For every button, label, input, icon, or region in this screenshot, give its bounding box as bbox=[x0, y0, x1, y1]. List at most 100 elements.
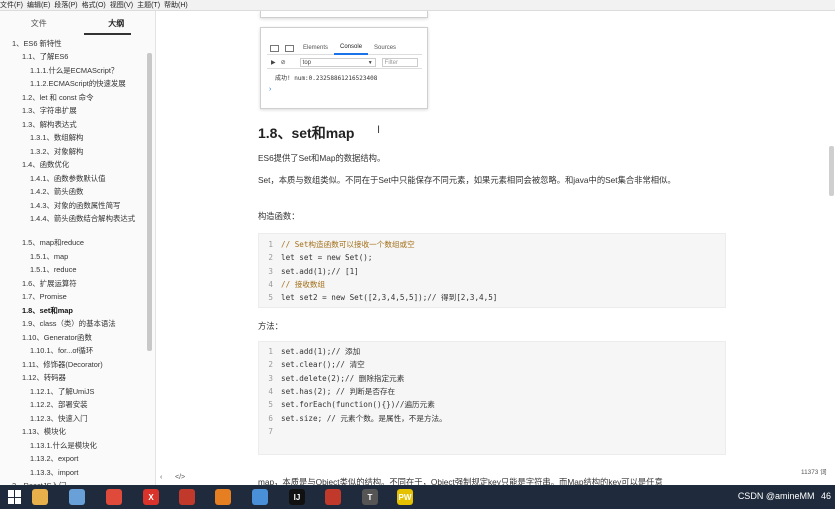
code-line: 4 // 接收数组 bbox=[259, 278, 325, 291]
outline-item[interactable]: 1.5.1、map bbox=[30, 252, 68, 262]
line-number: 6 bbox=[268, 413, 273, 423]
code-text: set.clear();// 清空 bbox=[281, 360, 365, 370]
outline-item[interactable]: 1.4.4、箭头函数结合解构表达式 bbox=[30, 214, 148, 224]
outline-item[interactable]: 1.13、模块化 bbox=[22, 427, 66, 437]
outline-item[interactable]: 1.1.2.ECMAScript的快速发展 bbox=[30, 79, 126, 89]
taskbar-paint[interactable] bbox=[62, 487, 92, 507]
outline-item[interactable]: 1.1.1.什么是ECMAScript？ bbox=[30, 66, 118, 76]
outline-item[interactable]: 1.6、扩展运算符 bbox=[22, 279, 77, 289]
outline-item[interactable]: 1.13.2、export bbox=[30, 454, 78, 464]
paint-icon bbox=[69, 489, 85, 505]
console-output: 成功! num:0.23258861216523408 bbox=[275, 75, 378, 82]
app-window: 文件(F) 编辑(E) 段落(P) 格式(O) 视图(V) 主题(T) 帮助(H… bbox=[0, 0, 835, 509]
outline-item[interactable]: 1.4、函数优化 bbox=[22, 160, 69, 170]
code-text: let set = new Set(); bbox=[281, 253, 373, 263]
console-prompt: › bbox=[269, 86, 272, 93]
outline-item[interactable]: 1.10.1、for...of循环 bbox=[30, 346, 93, 356]
outline-item[interactable]: 1.11、修饰器(Decorator) bbox=[22, 360, 103, 370]
source-mode-icon[interactable]: </> bbox=[175, 474, 185, 481]
outline-item[interactable]: 1.5.1、reduce bbox=[30, 265, 76, 275]
code-block-methods[interactable]: 1 set.add(1);// 添加 2 set.clear();// 清空 3 set.… bbox=[258, 341, 726, 455]
taskbar-books[interactable] bbox=[172, 487, 202, 507]
taskbar-file-explorer[interactable] bbox=[25, 487, 55, 507]
code-line: 5 let set2 = new Set([2,3,4,5,5]);// 得到[2… bbox=[259, 291, 497, 304]
menu-help[interactable]: 帮助(H) bbox=[164, 0, 192, 11]
outline-item[interactable]: 1.1、了解ES6 bbox=[22, 52, 68, 62]
outline-item[interactable]: 1.4.1、函数参数默认值 bbox=[30, 174, 106, 184]
taskbar-house-app[interactable] bbox=[318, 487, 348, 507]
grid-app-icon bbox=[252, 489, 268, 505]
taskbar-typora[interactable]: T bbox=[355, 487, 385, 507]
code-line: 6 set.size; // 元素个数。是属性，不是方法。 bbox=[259, 412, 446, 425]
menu-theme[interactable]: 主题(T) bbox=[137, 0, 164, 11]
line-number: 4 bbox=[268, 279, 273, 289]
outline-item[interactable]: 1.8、set和map bbox=[22, 306, 73, 316]
file-explorer-icon bbox=[32, 489, 48, 505]
menu-paragraph[interactable]: 段落(P) bbox=[54, 0, 81, 11]
device-icon bbox=[285, 44, 294, 52]
devtools-tab-sources: Sources bbox=[374, 45, 397, 51]
code-block-constructor[interactable]: 1 // Set构造函数可以接收一个数组或空 2 let set = new Set(… bbox=[258, 233, 726, 308]
line-number: 3 bbox=[268, 266, 273, 276]
outline-item[interactable]: 1.4.3、对象的函数属性简写 bbox=[30, 201, 120, 211]
line-number: 4 bbox=[268, 386, 273, 396]
outline-item[interactable]: 1.12、转码器 bbox=[22, 373, 66, 383]
code-line: 2 set.clear();// 清空 bbox=[259, 358, 365, 371]
code-text: set.forEach(function(){})//遍历元素 bbox=[281, 400, 435, 410]
tab-files[interactable]: 文件 bbox=[0, 11, 78, 37]
code-line: 1 set.add(1);// 添加 bbox=[259, 345, 360, 358]
tray-count: 46 bbox=[820, 491, 831, 501]
outline-item[interactable]: 1.10、Generator函数 bbox=[22, 333, 92, 343]
menu-bar: 文件(F) 编辑(E) 段落(P) 格式(O) 视图(V) 主题(T) 帮助(H… bbox=[0, 0, 835, 11]
outline-item[interactable]: 1.13.3、import bbox=[30, 468, 78, 478]
outline-item[interactable]: 1.9、class（类）的基本语法 bbox=[22, 319, 116, 329]
code-text: set.has(2); // 判断是否存在 bbox=[281, 386, 396, 396]
word-count[interactable]: 11373 词 bbox=[801, 467, 826, 476]
outline-item[interactable]: 1.3.1、数组解构 bbox=[30, 133, 83, 143]
outline-item[interactable]: 1.3、解构表达式 bbox=[22, 120, 77, 130]
windows-icon bbox=[8, 490, 22, 504]
outline-item[interactable]: 1.7、Promise bbox=[22, 292, 67, 302]
line-number: 1 bbox=[268, 240, 273, 249]
taskbar-xmind[interactable]: X bbox=[136, 487, 166, 507]
taskbar-intellij[interactable]: IJ bbox=[282, 487, 312, 507]
outline-item[interactable]: 1.13.1.什么是模块化 bbox=[30, 441, 97, 451]
context-select: top ▼ bbox=[299, 58, 376, 67]
taskbar-grid-app[interactable] bbox=[245, 487, 275, 507]
outline-item[interactable]: 1.12.3、快速入门 bbox=[30, 414, 88, 424]
line-number: 2 bbox=[268, 360, 273, 370]
typora-icon: T bbox=[362, 489, 378, 505]
outline-item[interactable]: 1.12.2、部署安装 bbox=[30, 400, 88, 410]
menu-format[interactable]: 格式(O) bbox=[82, 0, 110, 11]
set-description: Set，本质与数组类似。不同在于Set中只能保存不同元素，如果元素相同会被忽略。… bbox=[258, 175, 676, 185]
context-select-value: top bbox=[302, 60, 311, 66]
code-line: 7 bbox=[259, 425, 281, 438]
outline-item[interactable]: 1.4.2、箭头函数 bbox=[30, 187, 83, 197]
watermark: CSDN @amineMM bbox=[737, 491, 815, 501]
toggle-sidebar-icon[interactable]: ‹ bbox=[160, 474, 162, 481]
outline-item[interactable]: 1.12.1、了解UmiJS bbox=[30, 387, 94, 397]
menu-file[interactable]: 文件(F) bbox=[0, 0, 27, 11]
outline-item[interactable]: 1、ES6 新特性 bbox=[12, 39, 62, 49]
code-text: set.add(1);// [1] bbox=[281, 266, 359, 276]
devtools-tab-console: Console bbox=[334, 41, 369, 55]
devtools-screenshot: Elements Console Sources ▶ ⊘ top ▼ Filter… bbox=[260, 27, 428, 109]
taskbar-pwa-app[interactable]: PW bbox=[390, 487, 420, 507]
tab-outline[interactable]: 大纲 bbox=[78, 11, 156, 37]
constructor-label: 构造函数： bbox=[258, 211, 300, 221]
outline-item[interactable]: 1.5、map和reduce bbox=[22, 238, 84, 248]
outline-item[interactable]: 1.3、字符串扩展 bbox=[22, 106, 77, 116]
menu-view[interactable]: 视图(V) bbox=[110, 0, 137, 11]
outline-item[interactable]: 1.3.2、对象解构 bbox=[30, 147, 83, 157]
devtools-tabs: Elements Console Sources bbox=[267, 42, 422, 55]
devtools-tab-elements: Elements bbox=[303, 45, 329, 51]
taskbar-slides[interactable] bbox=[208, 487, 238, 507]
taskbar-chrome[interactable] bbox=[99, 487, 129, 507]
menu-edit[interactable]: 编辑(E) bbox=[27, 0, 54, 11]
tab-outline-label: 大纲 bbox=[108, 19, 125, 28]
outline-item[interactable]: 1.2、let 和 const 命令 bbox=[22, 93, 93, 103]
chevron-down-icon: ▼ bbox=[367, 60, 373, 66]
editor-scrollbar[interactable] bbox=[829, 146, 834, 196]
chrome-icon bbox=[106, 489, 122, 505]
sidebar-scrollbar[interactable] bbox=[147, 53, 152, 351]
